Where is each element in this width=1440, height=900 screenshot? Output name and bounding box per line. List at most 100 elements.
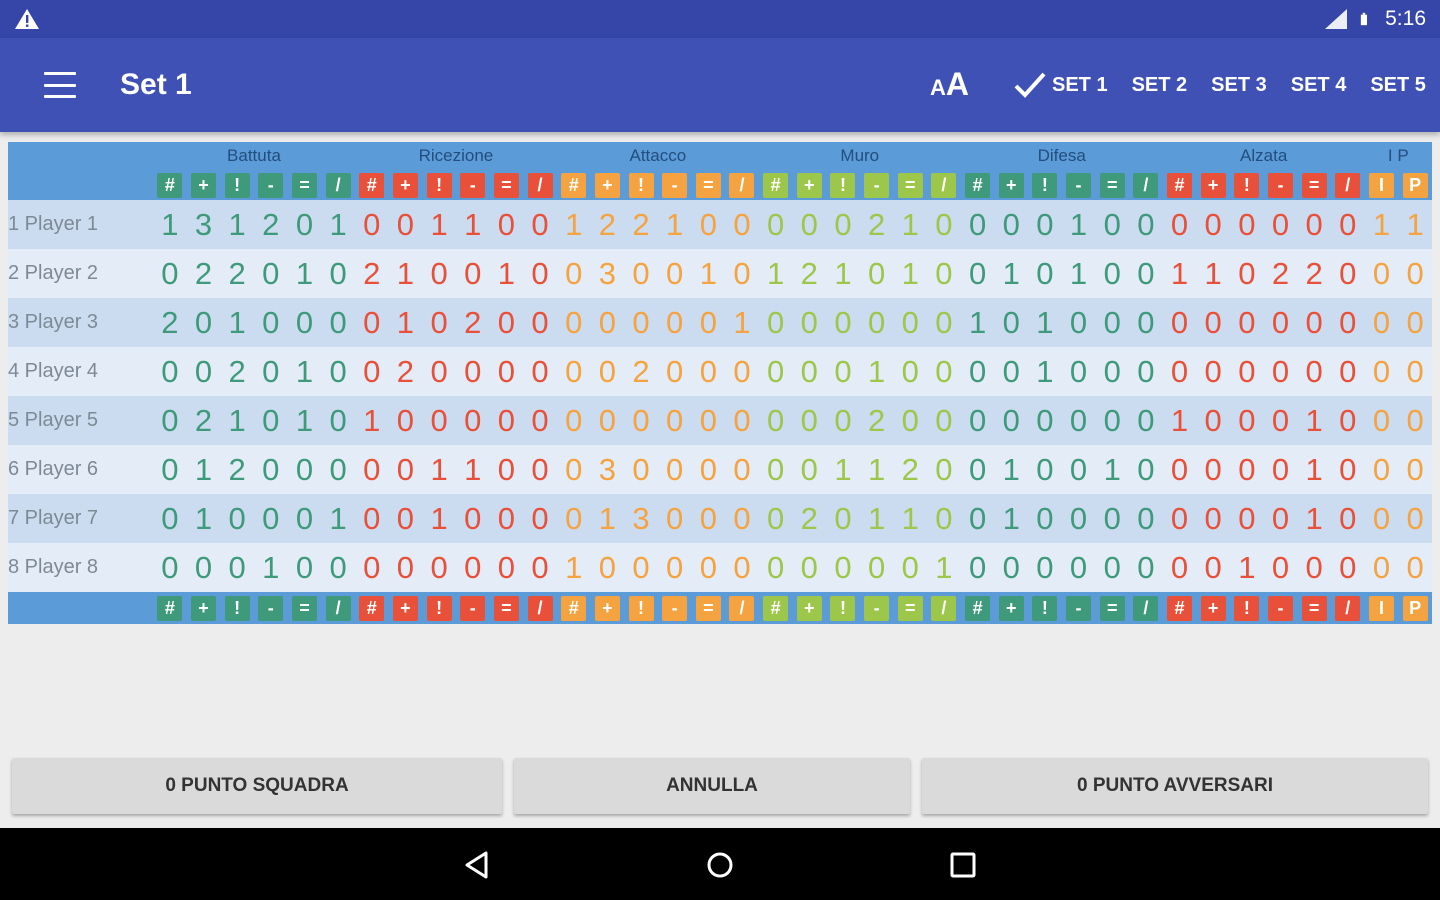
stat-cell[interactable]: 0 (523, 249, 557, 298)
stat-cell[interactable]: 0 (153, 347, 187, 396)
stat-cell[interactable]: 0 (792, 396, 827, 445)
stat-cell[interactable]: 0 (388, 494, 423, 543)
stat-cell[interactable]: 0 (1129, 200, 1163, 249)
stat-cell[interactable]: 0 (1028, 200, 1062, 249)
stat-cell[interactable]: 0 (893, 543, 928, 592)
stat-cell[interactable]: 2 (388, 347, 423, 396)
stat-cell[interactable]: 0 (354, 494, 389, 543)
stat-cell[interactable]: 1 (691, 249, 726, 298)
stat-cell[interactable]: 3 (590, 445, 625, 494)
stat-cell[interactable]: 0 (556, 494, 591, 543)
stat-cell[interactable]: 0 (1364, 298, 1399, 347)
stat-cell[interactable]: 0 (1330, 494, 1365, 543)
stat-cell[interactable]: 0 (1196, 396, 1230, 445)
stat-cell[interactable]: 0 (1330, 445, 1365, 494)
stat-cell[interactable]: 0 (590, 543, 625, 592)
stat-cell[interactable]: 0 (1162, 445, 1197, 494)
stat-cell[interactable]: 0 (826, 200, 860, 249)
stat-cell[interactable]: 1 (725, 298, 759, 347)
stat-cell[interactable]: 0 (826, 298, 860, 347)
tab-set-2[interactable]: SET 2 (1120, 74, 1200, 97)
stat-cell[interactable]: 0 (1364, 347, 1399, 396)
stat-cell[interactable]: 0 (691, 396, 726, 445)
stat-cell[interactable]: 0 (153, 494, 187, 543)
stat-cell[interactable]: 0 (354, 298, 389, 347)
stat-cell[interactable]: 0 (893, 347, 928, 396)
stat-cell[interactable]: 0 (1129, 347, 1163, 396)
stat-cell[interactable]: 0 (1263, 494, 1298, 543)
stat-cell[interactable]: 1 (1028, 298, 1062, 347)
stat-cell[interactable]: 1 (960, 298, 995, 347)
stat-cell[interactable]: 0 (287, 298, 322, 347)
stat-cell[interactable]: 0 (590, 298, 625, 347)
stat-cell[interactable]: 0 (657, 543, 692, 592)
stat-cell[interactable]: 0 (1061, 298, 1096, 347)
stat-cell[interactable]: 0 (489, 494, 524, 543)
stat-cell[interactable]: 1 (220, 298, 254, 347)
stat-cell[interactable]: 0 (1297, 543, 1331, 592)
stat-cell[interactable]: 0 (1129, 249, 1163, 298)
stat-cell[interactable]: 1 (556, 543, 591, 592)
stat-cell[interactable]: 0 (1162, 543, 1197, 592)
stat-cell[interactable]: 1 (859, 445, 894, 494)
stat-cell[interactable]: 0 (523, 543, 557, 592)
stat-cell[interactable]: 0 (556, 347, 591, 396)
stat-cell[interactable]: 0 (1398, 347, 1432, 396)
stat-cell[interactable]: 0 (1196, 347, 1230, 396)
stat-cell[interactable]: 0 (994, 396, 1029, 445)
stat-cell[interactable]: 0 (556, 249, 591, 298)
stat-cell[interactable]: 0 (590, 347, 625, 396)
stat-cell[interactable]: 0 (624, 249, 658, 298)
stat-cell[interactable]: 0 (1095, 396, 1130, 445)
stat-cell[interactable]: 0 (691, 347, 726, 396)
stat-cell[interactable]: 0 (960, 543, 995, 592)
stat-cell[interactable]: 0 (321, 543, 355, 592)
stat-cell[interactable]: 0 (354, 543, 389, 592)
stat-cell[interactable]: 0 (253, 396, 288, 445)
stat-cell[interactable]: 1 (422, 445, 456, 494)
stat-cell[interactable]: 0 (1398, 543, 1432, 592)
stat-cell[interactable]: 1 (1095, 445, 1130, 494)
stat-cell[interactable]: 0 (1061, 347, 1096, 396)
stat-cell[interactable]: 1 (388, 249, 423, 298)
stat-cell[interactable]: 0 (1297, 200, 1331, 249)
stat-cell[interactable]: 0 (523, 347, 557, 396)
stat-cell[interactable]: 1 (657, 200, 692, 249)
stat-cell[interactable]: 0 (1230, 396, 1264, 445)
menu-icon[interactable] (40, 68, 80, 102)
stat-cell[interactable]: 0 (1364, 445, 1399, 494)
stat-cell[interactable]: 0 (287, 494, 322, 543)
stat-cell[interactable]: 1 (1230, 543, 1264, 592)
stat-cell[interactable]: 0 (1330, 347, 1365, 396)
stat-cell[interactable]: 3 (186, 200, 221, 249)
stat-cell[interactable]: 1 (927, 543, 961, 592)
stat-cell[interactable]: 2 (153, 298, 187, 347)
stat-cell[interactable]: 0 (725, 347, 759, 396)
stat-cell[interactable]: 1 (1028, 347, 1062, 396)
stat-cell[interactable]: 0 (1398, 249, 1432, 298)
stat-cell[interactable]: 1 (388, 298, 423, 347)
stat-cell[interactable]: 0 (758, 396, 793, 445)
stat-cell[interactable]: 1 (859, 347, 894, 396)
stat-cell[interactable]: 0 (1061, 543, 1096, 592)
stat-cell[interactable]: 0 (1364, 543, 1399, 592)
stat-cell[interactable]: 0 (253, 298, 288, 347)
stat-cell[interactable]: 0 (657, 445, 692, 494)
stat-cell[interactable]: 1 (826, 445, 860, 494)
stat-cell[interactable]: 0 (792, 445, 827, 494)
stat-cell[interactable]: 0 (321, 445, 355, 494)
stat-cell[interactable]: 0 (1263, 298, 1298, 347)
stat-cell[interactable]: 1 (994, 445, 1029, 494)
stat-cell[interactable]: 0 (960, 396, 995, 445)
stat-cell[interactable]: 0 (1196, 298, 1230, 347)
stat-cell[interactable]: 0 (455, 249, 490, 298)
stat-cell[interactable]: 0 (691, 543, 726, 592)
stat-cell[interactable]: 0 (758, 445, 793, 494)
stat-cell[interactable]: 0 (792, 200, 827, 249)
stat-cell[interactable]: 0 (927, 347, 961, 396)
tab-set-1[interactable]: SET 1 (1000, 70, 1120, 100)
stat-cell[interactable]: 2 (792, 249, 827, 298)
stat-cell[interactable]: 0 (556, 298, 591, 347)
stat-cell[interactable]: 1 (1297, 445, 1331, 494)
stat-cell[interactable]: 1 (422, 200, 456, 249)
